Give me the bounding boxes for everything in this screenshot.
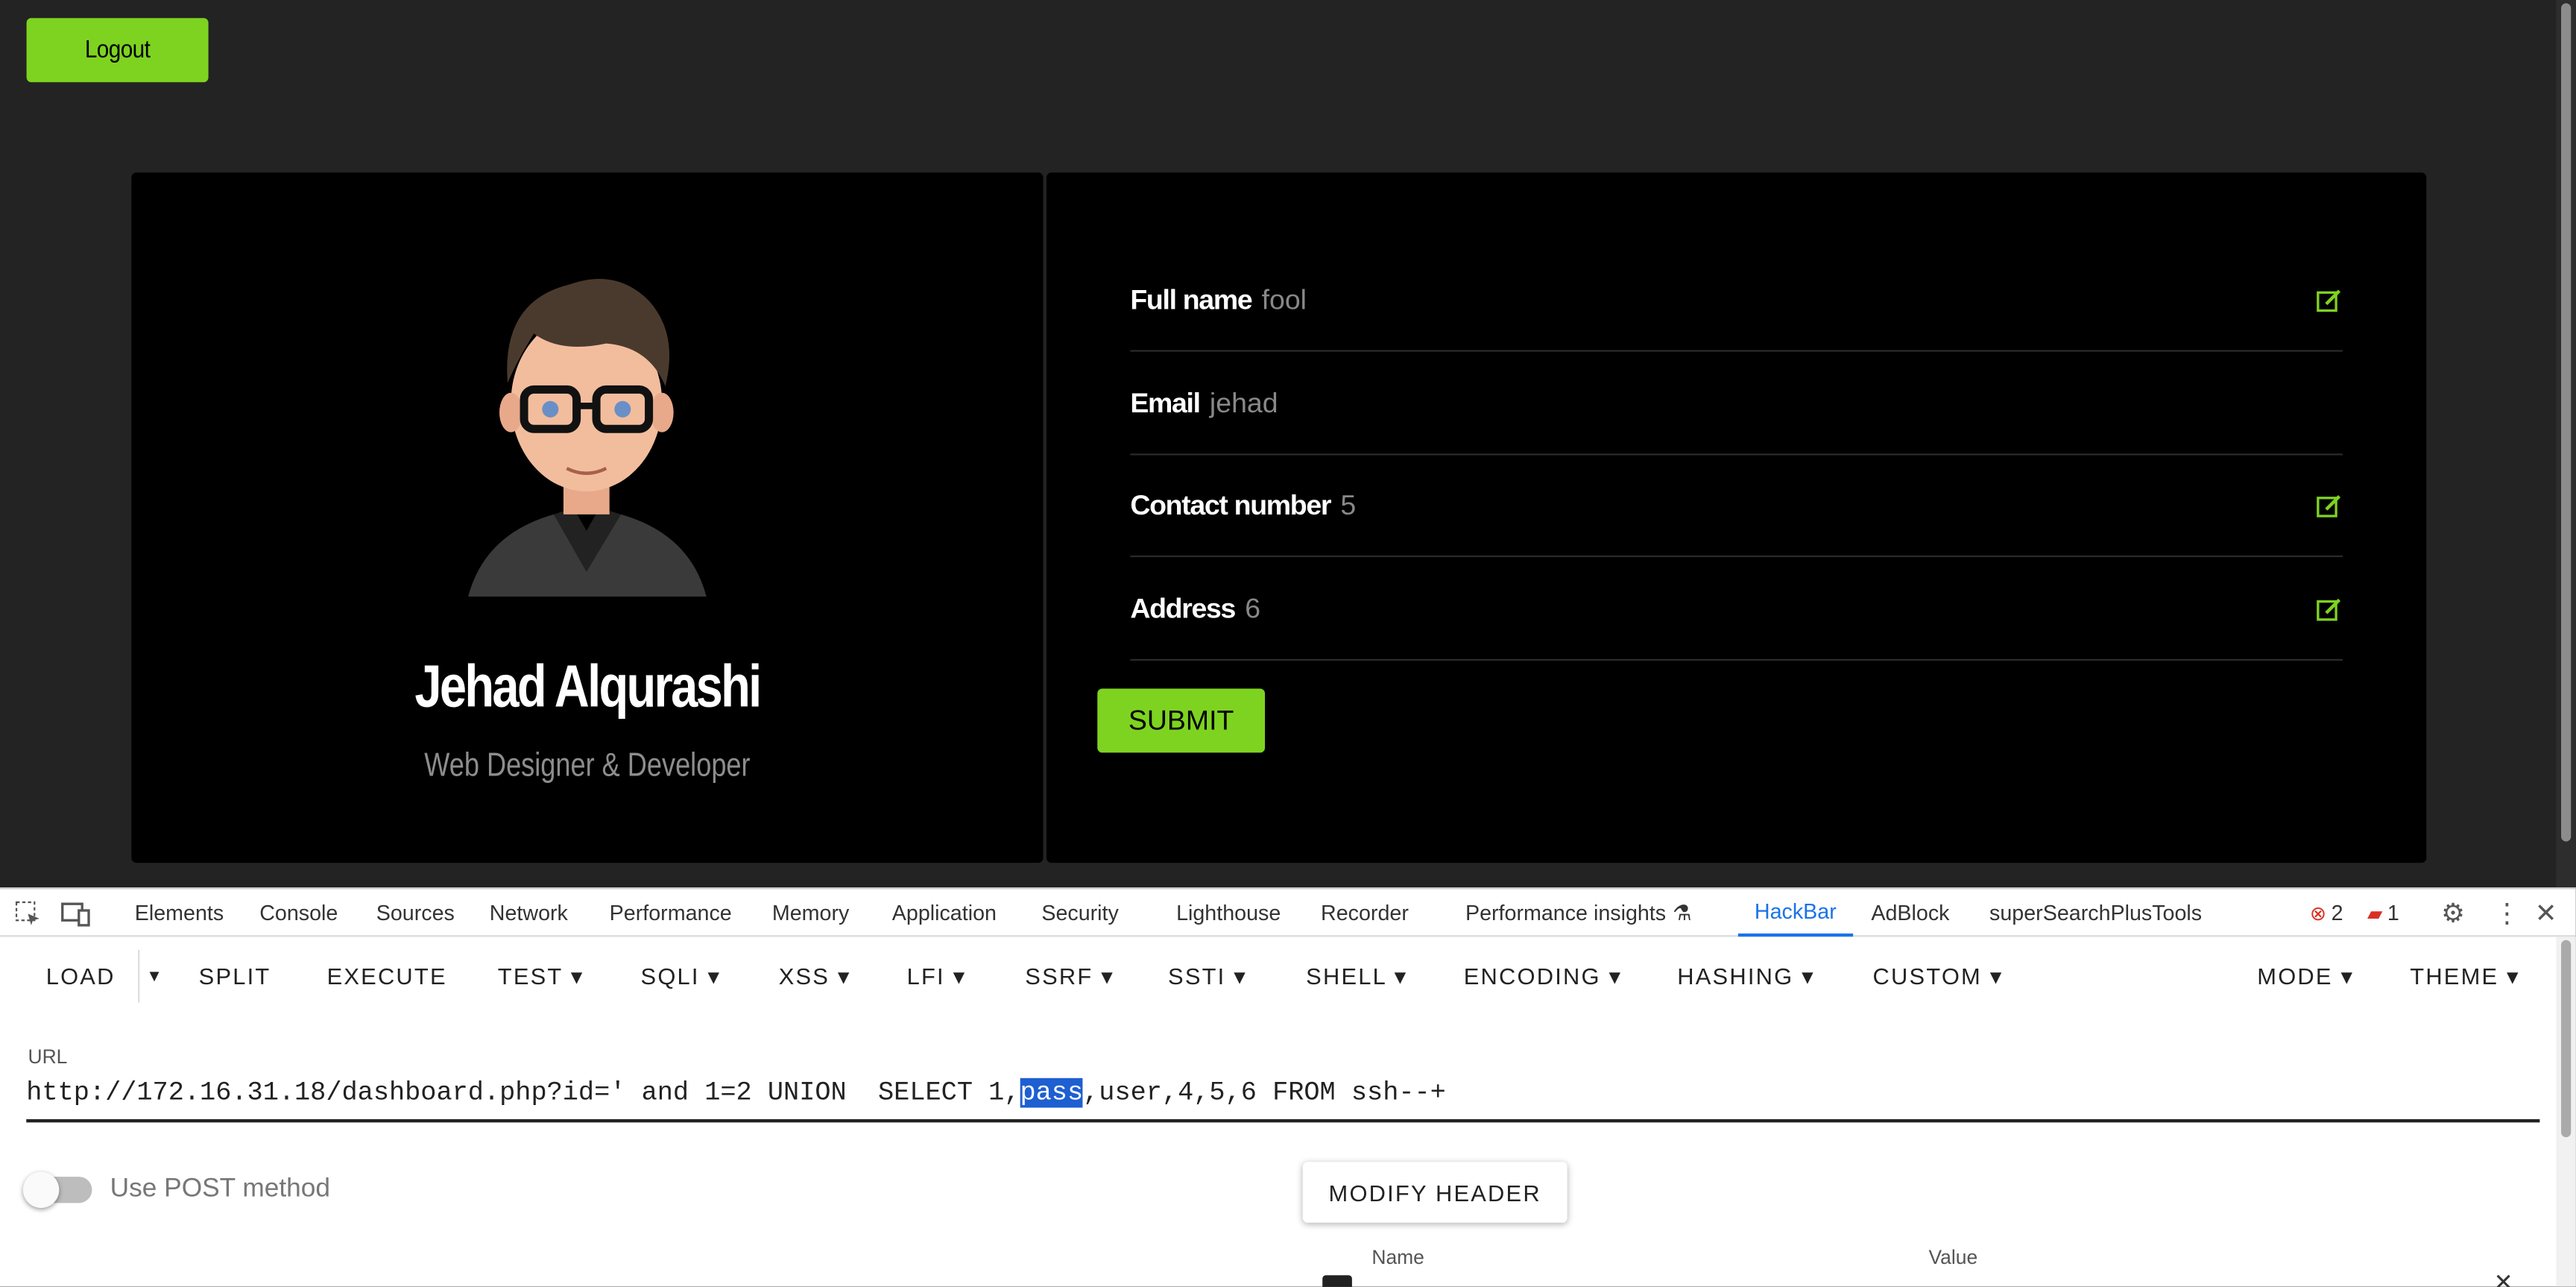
profile-name: Jehad Alqurashi: [414, 652, 762, 720]
settings-gear-icon[interactable]: ⚙: [2441, 889, 2465, 937]
submit-button[interactable]: SUBMIT: [1097, 688, 1266, 753]
field-value: 6: [1245, 592, 1261, 624]
hackbar-lfi-menu[interactable]: LFI ▾: [907, 963, 967, 991]
load-dropdown-icon[interactable]: ▼: [146, 968, 164, 986]
post-method-toggle[interactable]: [22, 1171, 92, 1208]
menu-label: SSRF: [1025, 963, 1093, 989]
tab-memory[interactable]: Memory: [772, 889, 849, 937]
field-value: jehad: [1209, 387, 1278, 418]
post-method-label: Use POST method: [110, 1174, 330, 1203]
form-row-contact: Contact number 5: [1130, 456, 2343, 558]
url-text-selected: pass: [1020, 1077, 1084, 1108]
form-row-full-name: Full name fool: [1130, 250, 2343, 352]
devtools-toolbar: Elements Console Sources Network Perform…: [0, 887, 2576, 937]
hackbar-ssti-menu[interactable]: SSTI ▾: [1168, 963, 1247, 991]
menu-label: LFI: [906, 963, 945, 989]
error-count-value: 2: [2331, 900, 2343, 925]
hackbar-mode-menu[interactable]: MODE ▾: [2257, 963, 2354, 991]
hackbar-shell-menu[interactable]: SHELL ▾: [1306, 963, 1407, 991]
menu-label: ENCODING: [1463, 963, 1601, 989]
menu-label: XSS: [778, 963, 830, 989]
hackbar-encoding-menu[interactable]: ENCODING ▾: [1464, 963, 1622, 991]
url-text-before: http://172.16.31.18/dashboard.php?id=' a…: [26, 1077, 1020, 1108]
issue-count[interactable]: ▰ 1: [2367, 889, 2399, 937]
remove-header-icon[interactable]: ✕: [2494, 1268, 2513, 1286]
form-row-address: Address 6: [1130, 558, 2343, 661]
tab-lighthouse[interactable]: Lighthouse: [1176, 889, 1281, 937]
field-value: 5: [1340, 488, 1357, 520]
menu-label: CUSTOM: [1872, 963, 1982, 989]
hackbar-load-button[interactable]: LOAD: [46, 963, 116, 989]
inspect-icon[interactable]: [15, 901, 41, 927]
menu-label: HASHING: [1677, 963, 1794, 989]
menu-label: SHELL: [1306, 963, 1386, 989]
field-label: Email: [1130, 387, 1201, 418]
tab-network[interactable]: Network: [490, 889, 568, 937]
hackbar-sqli-menu[interactable]: SQLI ▾: [641, 963, 722, 991]
logout-button[interactable]: Logout: [26, 18, 209, 83]
hackbar-theme-menu[interactable]: THEME ▾: [2410, 963, 2519, 991]
profile-role: Web Designer & Developer: [424, 747, 751, 784]
tab-application[interactable]: Application: [892, 889, 997, 937]
device-toolbar-icon[interactable]: [61, 901, 91, 927]
tab-sources[interactable]: Sources: [376, 889, 455, 937]
url-text-after: ,user,4,5,6 FROM ssh--+: [1083, 1077, 1446, 1108]
issue-icon: ▰: [2367, 901, 2383, 925]
header-name-column: Name: [1371, 1245, 1424, 1269]
menu-label: TEST: [497, 963, 563, 989]
profile-card: Jehad Alqurashi Web Designer & Developer: [131, 172, 1044, 863]
issue-count-value: 1: [2387, 900, 2399, 925]
tab-performance-insights[interactable]: Performance insights ⚗: [1465, 889, 1692, 937]
more-options-icon[interactable]: ⋮: [2494, 889, 2520, 937]
header-enabled-checkbox[interactable]: [1322, 1275, 1352, 1287]
hackbar-test-menu[interactable]: TEST ▾: [498, 963, 584, 991]
tab-recorder[interactable]: Recorder: [1321, 889, 1409, 937]
edit-icon[interactable]: [2317, 288, 2343, 314]
field-value: fool: [1261, 283, 1307, 315]
hackbar-split-button[interactable]: SPLIT: [199, 963, 271, 989]
tab-supersearchplustools[interactable]: superSearchPlusTools: [1989, 889, 2202, 937]
hackbar-ssrf-menu[interactable]: SSRF ▾: [1025, 963, 1114, 991]
edit-icon[interactable]: [2317, 597, 2343, 623]
menu-label: THEME: [2410, 963, 2499, 989]
profile-form: Full name fool Email jehad Contact numbe…: [1046, 172, 2427, 863]
field-label: Full name: [1130, 283, 1252, 315]
url-input[interactable]: http://172.16.31.18/dashboard.php?id=' a…: [26, 1077, 2540, 1123]
menu-label: MODE: [2257, 963, 2333, 989]
tab-console[interactable]: Console: [259, 889, 338, 937]
modify-header-button[interactable]: MODIFY HEADER: [1302, 1162, 1568, 1223]
tab-hackbar[interactable]: HackBar: [1737, 889, 1853, 937]
hackbar-panel: LOAD ▼ SPLIT EXECUTE TEST ▾ SQLI ▾ XSS ▾…: [0, 937, 2576, 1287]
page-scrollbar[interactable]: [2556, 0, 2576, 888]
field-label: Contact number: [1130, 488, 1331, 520]
error-icon: ⊗: [2309, 901, 2327, 925]
hackbar-execute-button[interactable]: EXECUTE: [327, 963, 447, 989]
panel-scrollbar[interactable]: [2556, 937, 2576, 1287]
menu-label: SQLI: [640, 963, 700, 989]
hackbar-custom-menu[interactable]: CUSTOM ▾: [1873, 963, 2004, 991]
menu-label: SSTI: [1168, 963, 1226, 989]
header-value-column: Value: [1928, 1245, 1978, 1269]
tab-elements[interactable]: Elements: [135, 889, 224, 937]
error-count[interactable]: ⊗ 2: [2310, 889, 2343, 937]
hackbar-hashing-menu[interactable]: HASHING ▾: [1677, 963, 1815, 991]
tab-label: Performance insights: [1465, 900, 1667, 925]
close-devtools-icon[interactable]: ✕: [2535, 889, 2557, 937]
field-label: Address: [1130, 592, 1236, 624]
url-label: URL: [28, 1045, 68, 1069]
hackbar-xss-menu[interactable]: XSS ▾: [779, 963, 851, 991]
tab-adblock[interactable]: AdBlock: [1871, 889, 1949, 937]
tab-performance[interactable]: Performance: [610, 889, 732, 937]
edit-icon[interactable]: [2317, 493, 2343, 519]
flask-icon: ⚗: [1672, 899, 1692, 925]
tab-security[interactable]: Security: [1041, 889, 1119, 937]
avatar: [468, 278, 707, 597]
form-row-email: Email jehad: [1130, 353, 2343, 456]
